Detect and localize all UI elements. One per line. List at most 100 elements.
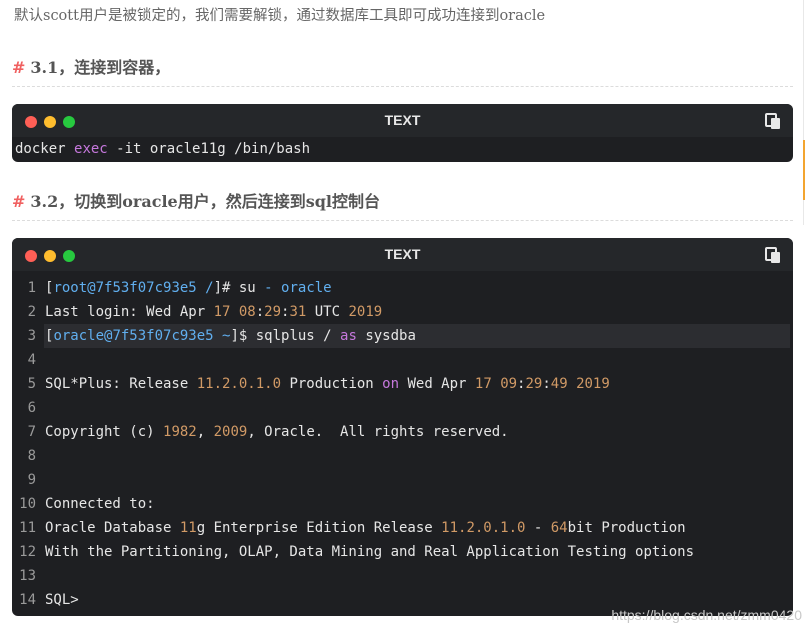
code-token: Connected to:	[45, 496, 155, 512]
line-number: 14	[19, 592, 36, 608]
code-token: 29	[525, 376, 543, 392]
code-token: Copyright (c)	[45, 424, 164, 440]
code-token: UTC	[306, 304, 349, 320]
line-number: 7	[27, 424, 36, 440]
code-token: 17	[474, 376, 492, 392]
code-token: Wed Apr	[399, 376, 475, 392]
section-heading-3-2: #3.2，切换到oracle用户，然后连接到sql控制台	[12, 188, 793, 221]
code-token: 11.2.0.1.0	[196, 376, 282, 392]
code-token: -it oracle11g /bin/bash	[107, 141, 311, 157]
line-number: 9	[27, 472, 36, 488]
code-line-content: SQL*Plus: Release 11.2.0.1.0 Production …	[44, 372, 790, 396]
code-line-content: With the Partitioning, OLAP, Data Mining…	[44, 540, 790, 564]
code-token: 17	[213, 304, 231, 320]
code-token-keyword: exec	[74, 141, 108, 157]
copy-icon[interactable]	[765, 247, 781, 264]
intro-paragraph: 默认scott用户是被锁定的，我们需要解锁，通过数据库工具即可成功连接到orac…	[14, 8, 546, 24]
line-number: 10	[19, 496, 36, 512]
code-line-content: [root@7f53f07c93e5 /]# su - oracle	[44, 276, 790, 300]
code-language-label: TEXT	[384, 112, 421, 128]
code-token: Last login: Wed Apr	[45, 304, 214, 320]
heading-title: 3.1，连接到容器，	[30, 58, 171, 77]
code-titlebar: TEXT	[12, 238, 793, 271]
code-token: on	[382, 376, 400, 392]
code-line-content	[44, 444, 790, 468]
code-line-content	[44, 348, 790, 372]
code-token: 11	[179, 520, 197, 536]
line-number: 4	[27, 352, 36, 368]
watermark: https://blog.csdn.net/zmm0420	[611, 607, 802, 623]
code-token: SQL>	[45, 592, 79, 608]
code-block-sqlplus: TEXT 1 [root@7f53f07c93e5 /]# su - oracle…	[12, 238, 793, 616]
code-line: 1 [root@7f53f07c93e5 /]# su - oracle	[12, 276, 793, 300]
code-token: 2019	[348, 304, 383, 320]
code-token: :	[255, 304, 265, 320]
code-token: root@7f53f07c93e5 /	[53, 280, 214, 296]
code-token: 11.2.0.1.0	[441, 520, 526, 536]
code-token: With the Partitioning, OLAP, Data Mining…	[45, 544, 695, 560]
code-token: 09	[500, 376, 518, 392]
code-token: oracle@7f53f07c93e5 ~	[53, 328, 231, 344]
code-titlebar: TEXT	[12, 104, 793, 137]
line-number: 5	[27, 376, 36, 392]
code-token: ]# su	[213, 280, 265, 296]
code-line: 2 Last login: Wed Apr 17 08:29:31 UTC 201…	[12, 300, 793, 324]
code-line: 13	[12, 564, 793, 588]
code-token: , Oracle. All rights reserved.	[247, 424, 509, 440]
line-number: 8	[27, 448, 36, 464]
code-line-content: Connected to:	[44, 492, 790, 516]
code-token: 29	[264, 304, 282, 320]
line-number: 13	[19, 568, 36, 584]
code-line-content: [oracle@7f53f07c93e5 ~]$ sqlplus / as sy…	[44, 324, 790, 348]
code-line: 10 Connected to:	[12, 492, 793, 516]
code-line: 8	[12, 444, 793, 468]
code-line-content: Copyright (c) 1982, 2009, Oracle. All ri…	[44, 420, 790, 444]
code-token: Oracle Database	[45, 520, 180, 536]
section-heading-3-1: #3.1，连接到容器，	[12, 54, 793, 87]
heading-hash: #	[12, 192, 26, 211]
code-token: as	[340, 328, 357, 344]
code-block-docker: TEXT docker exec -it oracle11g /bin/bash	[12, 104, 793, 162]
code-token: SQL*Plus: Release	[45, 376, 197, 392]
code-line: docker exec -it oracle11g /bin/bash	[15, 139, 310, 159]
code-token: 49	[550, 376, 568, 392]
code-line: 9	[12, 468, 793, 492]
code-token: 1982	[163, 424, 197, 440]
code-token: sysdba	[356, 328, 416, 344]
heading-hash: #	[12, 58, 26, 77]
code-token: 64	[550, 520, 568, 536]
scrollbar-thumb[interactable]	[803, 140, 805, 200]
code-line-content: Last login: Wed Apr 17 08:29:31 UTC 2019	[44, 300, 790, 324]
heading-title: 3.2，切换到oracle用户，然后连接到sql控制台	[30, 192, 380, 211]
code-token: docker	[15, 141, 75, 157]
code-line: 11 Oracle Database 11g Enterprise Edition…	[12, 516, 793, 540]
code-token: 2009	[213, 424, 248, 440]
code-lines: 1 [root@7f53f07c93e5 /]# su - oracle 2 Last…	[12, 276, 793, 612]
line-number: 11	[19, 520, 36, 536]
code-language-label: TEXT	[384, 246, 421, 262]
code-token: 08	[238, 304, 256, 320]
code-token: 31	[289, 304, 307, 320]
line-number: 6	[27, 400, 36, 416]
code-token: ,	[196, 424, 214, 440]
code-token: bit Production	[567, 520, 686, 536]
code-line: 3 [oracle@7f53f07c93e5 ~]$ sqlplus / as s…	[12, 324, 793, 348]
code-token: -	[525, 520, 551, 536]
code-line-content	[44, 564, 790, 588]
code-token: ]$ sqlplus /	[230, 328, 341, 344]
code-token: g Enterprise Edition Release	[196, 520, 442, 536]
code-line: 4	[12, 348, 793, 372]
code-line: 7 Copyright (c) 1982, 2009, Oracle. All r…	[12, 420, 793, 444]
code-token: - oracle	[264, 280, 332, 296]
code-line-content	[44, 468, 790, 492]
line-number: 3	[27, 328, 36, 344]
code-token: Production	[281, 376, 383, 392]
copy-icon[interactable]	[765, 113, 781, 130]
code-token: :	[542, 376, 551, 392]
code-line: 5 SQL*Plus: Release 11.2.0.1.0 Production…	[12, 372, 793, 396]
code-line: 12 With the Partitioning, OLAP, Data Mini…	[12, 540, 793, 564]
line-number: 2	[27, 304, 36, 320]
